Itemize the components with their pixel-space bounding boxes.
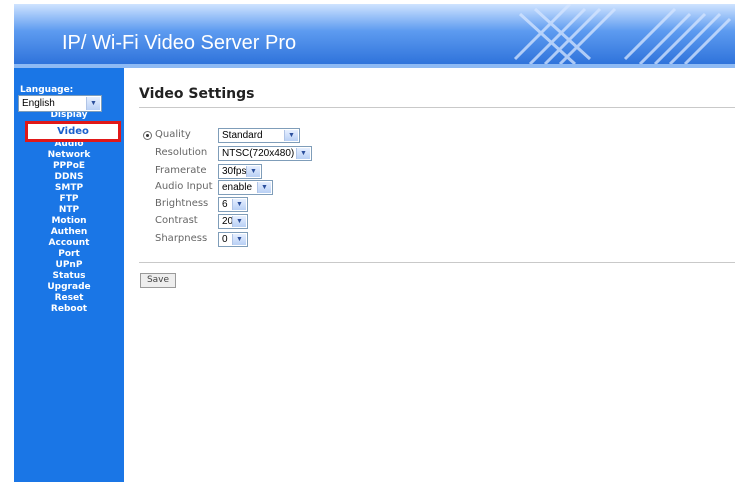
sidebar-item-upnp[interactable]: UPnP (14, 260, 124, 271)
sidebar-item-audio[interactable]: Audio (14, 142, 124, 150)
chevron-down-icon[interactable]: ▼ (284, 130, 298, 141)
sidebar-item-account[interactable]: Account (14, 238, 124, 249)
resolution-value: NTSC(720x480) (222, 148, 295, 159)
language-value: English (22, 98, 55, 109)
header-decoration (513, 4, 732, 64)
sidebar-item-status[interactable]: Status (14, 271, 124, 282)
framerate-value: 30fps (222, 166, 247, 177)
sidebar-item-ntp[interactable]: NTP (14, 205, 124, 216)
chevron-down-icon[interactable]: ▼ (246, 166, 260, 177)
sidebar-item-video[interactable]: Video (25, 121, 121, 142)
brightness-select[interactable]: 6 ▼ (218, 197, 248, 212)
sidebar-item-ftp[interactable]: FTP (14, 194, 124, 205)
quality-value: Standard (222, 130, 263, 141)
sidebar-item-upgrade[interactable]: Upgrade (14, 282, 124, 293)
sidebar-item-authen[interactable]: Authen (14, 227, 124, 238)
save-button[interactable]: Save (140, 273, 176, 288)
sidebar: Language: English ▼ Display Video Audio … (14, 68, 124, 482)
sidebar-item-reset[interactable]: Reset (14, 293, 124, 304)
sidebar-item-display[interactable]: Display (14, 112, 124, 120)
audio-input-select[interactable]: enable ▼ (218, 180, 273, 195)
sharpness-label: Sharpness (155, 233, 208, 244)
chevron-down-icon[interactable]: ▼ (296, 148, 310, 159)
resolution-label: Resolution (155, 147, 208, 158)
sidebar-item-ddns[interactable]: DDNS (14, 172, 124, 183)
audio-input-label: Audio Input (155, 181, 213, 192)
form-divider (139, 262, 735, 263)
chevron-down-icon[interactable]: ▼ (232, 199, 246, 210)
brightness-label: Brightness (155, 198, 209, 209)
chevron-down-icon[interactable]: ▼ (257, 182, 271, 193)
chevron-down-icon[interactable]: ▼ (86, 97, 100, 110)
language-select[interactable]: English ▼ (18, 95, 102, 112)
sidebar-item-reboot[interactable]: Reboot (14, 304, 124, 315)
framerate-select[interactable]: 30fps ▼ (218, 164, 262, 179)
chevron-down-icon[interactable]: ▼ (232, 216, 246, 227)
resolution-select[interactable]: NTSC(720x480) ▼ (218, 146, 312, 161)
audio-input-value: enable (222, 182, 253, 193)
sidebar-item-pppoe[interactable]: PPPoE (14, 161, 124, 172)
contrast-select[interactable]: 20 ▼ (218, 214, 248, 229)
sharpness-select[interactable]: 0 ▼ (218, 232, 248, 247)
contrast-label: Contrast (155, 215, 198, 226)
sidebar-item-network[interactable]: Network (14, 150, 124, 161)
radio-selected-icon[interactable] (143, 131, 152, 140)
sidebar-item-motion[interactable]: Motion (14, 216, 124, 227)
language-label: Language: (20, 85, 74, 95)
page-title: Video Settings (139, 86, 255, 102)
chevron-down-icon[interactable]: ▼ (232, 234, 246, 245)
sharpness-value: 0 (222, 234, 228, 245)
title-divider (139, 107, 735, 108)
app-title: IP/ Wi-Fi Video Server Pro (62, 32, 297, 54)
sidebar-item-smtp[interactable]: SMTP (14, 183, 124, 194)
sidebar-item-port[interactable]: Port (14, 249, 124, 260)
quality-select[interactable]: Standard ▼ (218, 128, 300, 143)
brightness-value: 6 (222, 199, 228, 210)
framerate-label: Framerate (155, 165, 207, 176)
header-banner: IP/ Wi-Fi Video Server Pro (14, 4, 735, 64)
quality-label: Quality (155, 129, 191, 140)
